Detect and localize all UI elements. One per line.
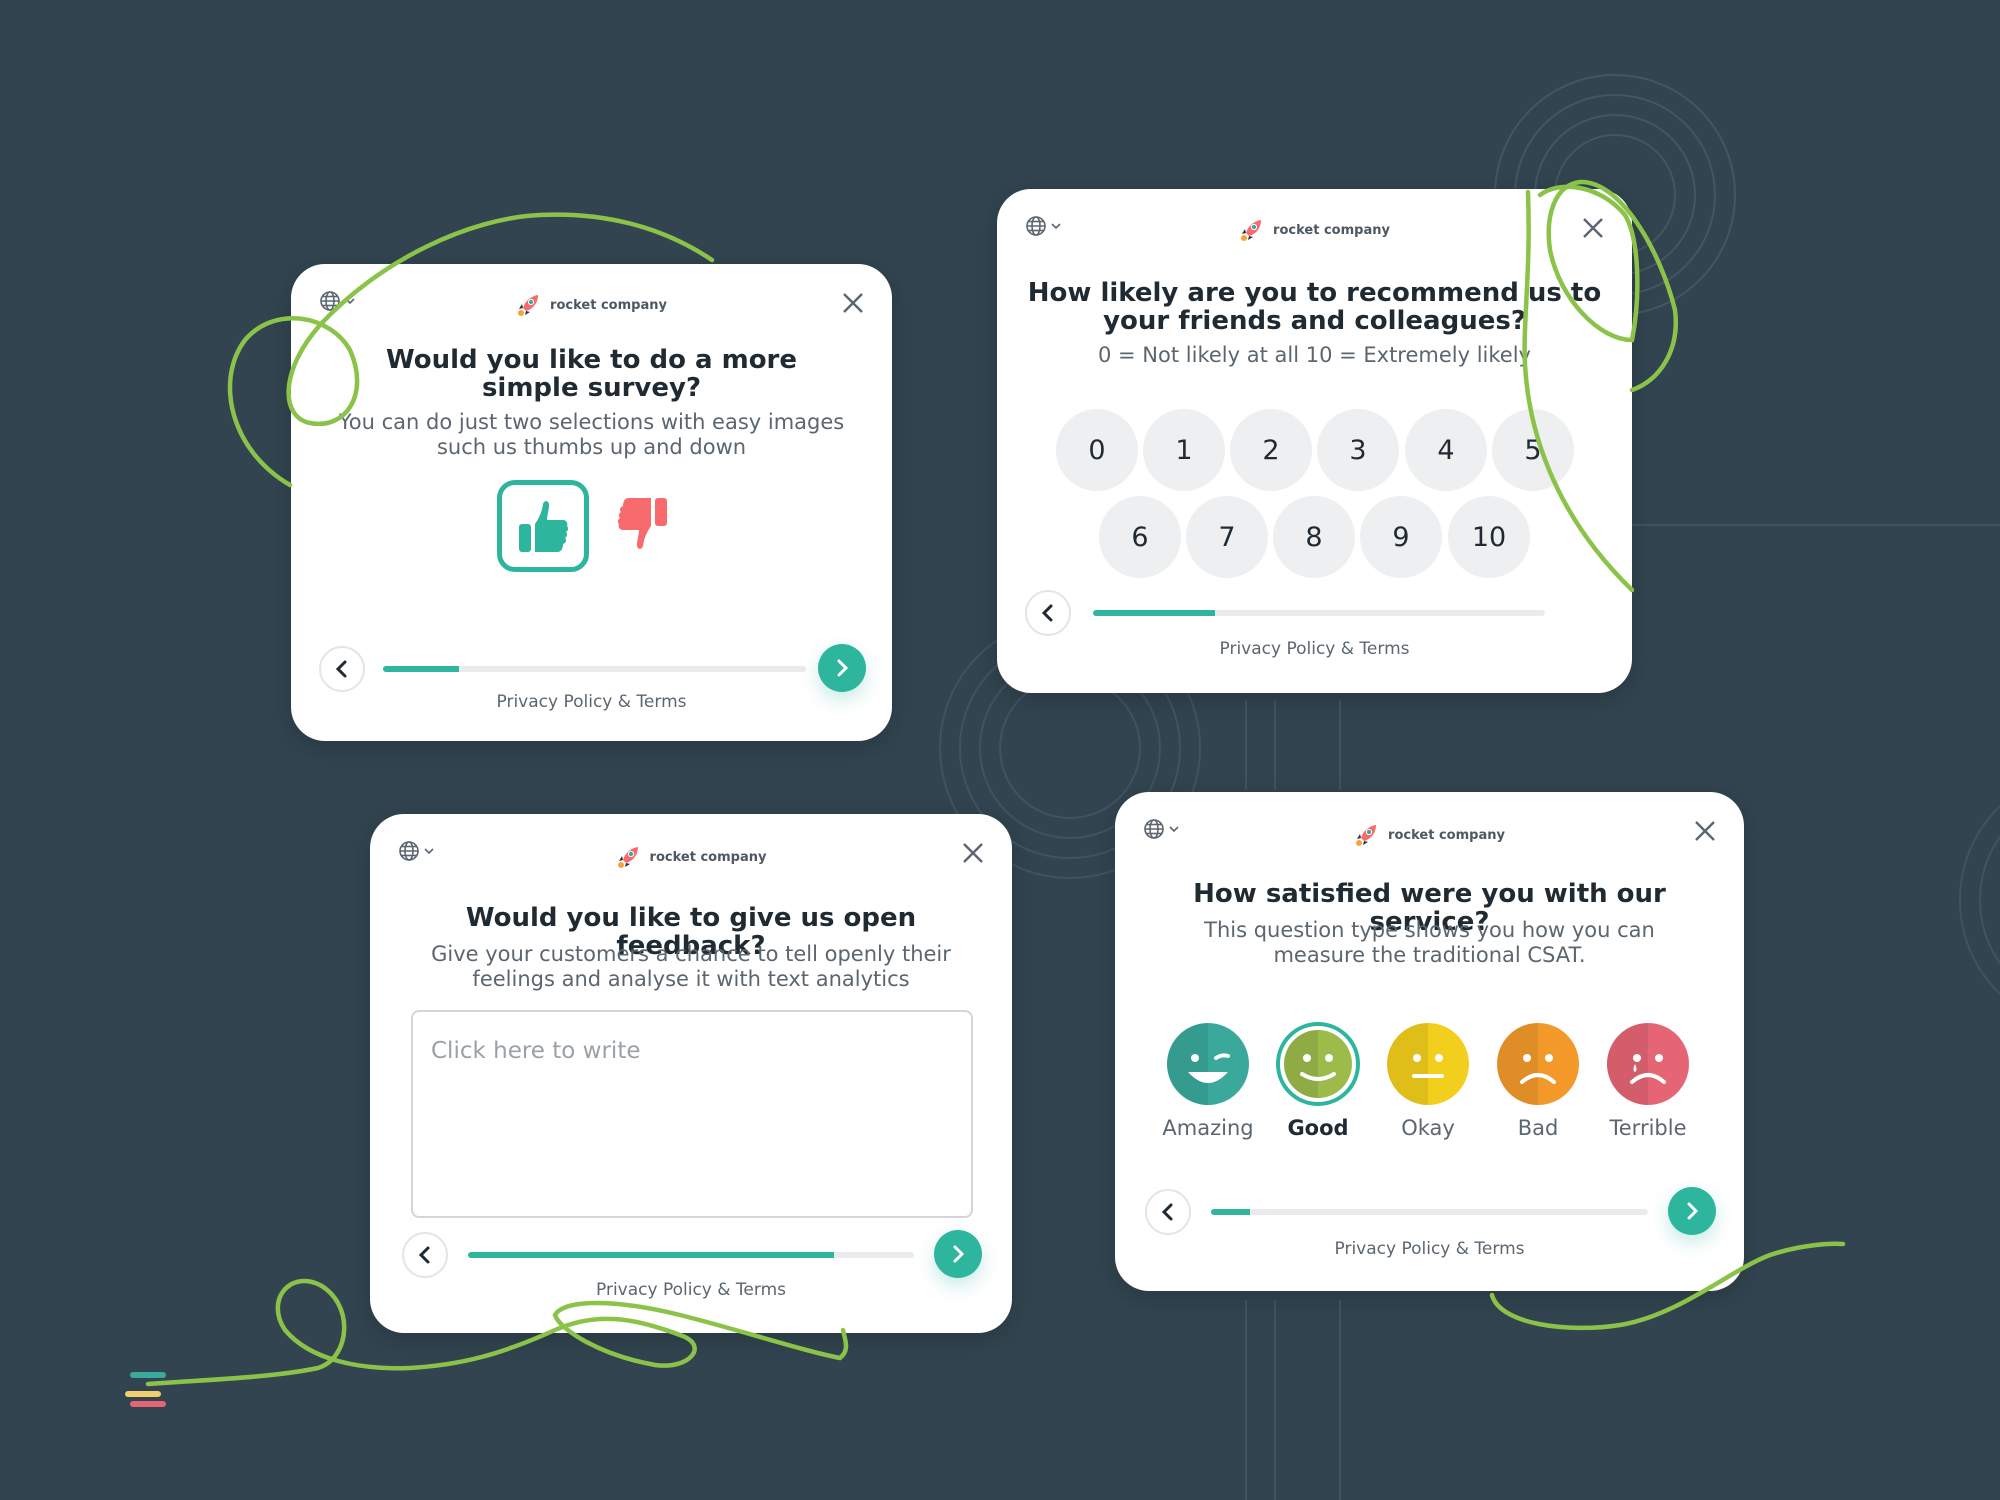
rings-right-edge (1959, 804, 2000, 996)
brand-name: rocket company (1273, 222, 1390, 238)
navigation-bar (319, 644, 866, 696)
back-button[interactable] (402, 1232, 448, 1278)
csat-option-okay[interactable]: Okay (1386, 1022, 1470, 1140)
csat-option-label: Bad (1517, 1116, 1559, 1140)
nps-option-3[interactable]: 3 (1317, 409, 1399, 491)
csat-option-label: Amazing (1162, 1116, 1254, 1140)
bad-face-icon (1497, 1023, 1579, 1105)
csat-option-label: Terrible (1609, 1116, 1687, 1140)
nps-option-1[interactable]: 1 (1143, 409, 1225, 491)
brand-name: rocket company (550, 297, 667, 313)
csat-option-label: Okay (1401, 1116, 1455, 1140)
next-button[interactable] (934, 1230, 982, 1278)
progress-bar (383, 666, 806, 672)
progress-fill (1093, 610, 1216, 616)
navigation-bar (1145, 1187, 1716, 1239)
brand-logo: rocket company (1115, 822, 1744, 848)
nps-option-0[interactable]: 0 (1056, 409, 1138, 491)
privacy-link[interactable]: Privacy Policy & Terms (291, 692, 892, 712)
brand-logo: rocket company (370, 844, 1012, 870)
progress-bar (1093, 610, 1545, 616)
question-subtitle: Give your customers a chance to tell ope… (431, 942, 951, 991)
thumbs-survey-card: rocket company Would you like to do a mo… (291, 264, 892, 741)
progress-bar (1211, 1209, 1648, 1215)
close-icon[interactable] (1692, 818, 1718, 844)
nps-option-10[interactable]: 10 (1448, 496, 1530, 578)
brand-name: rocket company (649, 849, 767, 865)
csat-option-good[interactable]: Good (1276, 1022, 1360, 1140)
chevron-left-icon (418, 1246, 430, 1264)
chevron-right-icon (1687, 1202, 1699, 1220)
progress-fill (1211, 1209, 1251, 1215)
question-title: How likely are you to recommend us to yo… (1027, 278, 1602, 336)
back-button[interactable] (1145, 1189, 1191, 1235)
next-button[interactable] (1668, 1187, 1716, 1235)
good-face-icon (1276, 1022, 1360, 1106)
nps-option-4[interactable]: 4 (1405, 409, 1487, 491)
navigation-bar (402, 1230, 982, 1282)
csat-option-terrible[interactable]: Terrible (1606, 1022, 1690, 1140)
question-title: Would you like to do a more simple surve… (385, 345, 798, 403)
back-button[interactable] (319, 646, 365, 692)
nps-option-9[interactable]: 9 (1360, 496, 1442, 578)
csat-survey-card: rocket company How satisfied were you wi… (1115, 792, 1744, 1291)
terrible-face-icon (1607, 1023, 1689, 1105)
chevron-left-icon (335, 660, 347, 678)
privacy-link[interactable]: Privacy Policy & Terms (997, 639, 1632, 659)
chevron-right-icon (837, 659, 849, 677)
question-subtitle: You can do just two selections with easy… (338, 410, 845, 459)
rocket-icon (1241, 220, 1262, 241)
nps-survey-card: rocket company How likely are you to rec… (997, 189, 1632, 693)
privacy-link[interactable]: Privacy Policy & Terms (370, 1280, 1012, 1300)
brand-logo: rocket company (997, 217, 1632, 243)
feedback-textarea[interactable] (411, 1010, 973, 1218)
chevron-left-icon (1041, 604, 1053, 622)
privacy-link[interactable]: Privacy Policy & Terms (1115, 1239, 1744, 1259)
question-subtitle: This question type shows you how you can… (1204, 918, 1655, 967)
rocket-icon (518, 295, 539, 316)
close-icon[interactable] (1580, 215, 1606, 241)
progress-fill (468, 1252, 834, 1258)
csat-option-bad[interactable]: Bad (1496, 1022, 1580, 1140)
question-subtitle: 0 = Not likely at all 10 = Extremely lik… (1098, 343, 1531, 367)
rocket-icon (1356, 825, 1377, 846)
amazing-face-icon (1167, 1023, 1249, 1105)
next-button[interactable] (818, 644, 866, 692)
csat-option-label: Good (1287, 1116, 1349, 1140)
close-icon[interactable] (840, 290, 866, 316)
okay-face-icon (1387, 1023, 1469, 1105)
thumbs-down-icon (617, 498, 667, 549)
brand-logo: rocket company (291, 292, 892, 318)
thumbs-down-option[interactable] (603, 484, 683, 564)
rocket-icon (617, 847, 638, 868)
nps-option-6[interactable]: 6 (1099, 496, 1181, 578)
close-icon[interactable] (960, 840, 986, 866)
nps-option-5[interactable]: 5 (1492, 409, 1574, 491)
chevron-left-icon (1161, 1203, 1173, 1221)
nps-option-7[interactable]: 7 (1186, 496, 1268, 578)
nps-option-8[interactable]: 8 (1273, 496, 1355, 578)
back-button[interactable] (1025, 590, 1071, 636)
brand-name: rocket company (1388, 827, 1505, 843)
thumbs-up-icon (519, 501, 569, 552)
chevron-right-icon (953, 1245, 965, 1263)
progress-bar (468, 1252, 914, 1258)
color-lines-icon (125, 1372, 166, 1407)
csat-option-amazing[interactable]: Amazing (1162, 1022, 1254, 1140)
navigation-bar (1025, 588, 1606, 640)
nps-option-2[interactable]: 2 (1230, 409, 1312, 491)
open-feedback-card: rocket company Would you like to give us… (370, 814, 1012, 1333)
progress-fill (383, 666, 460, 672)
thumbs-up-option[interactable] (497, 480, 589, 572)
